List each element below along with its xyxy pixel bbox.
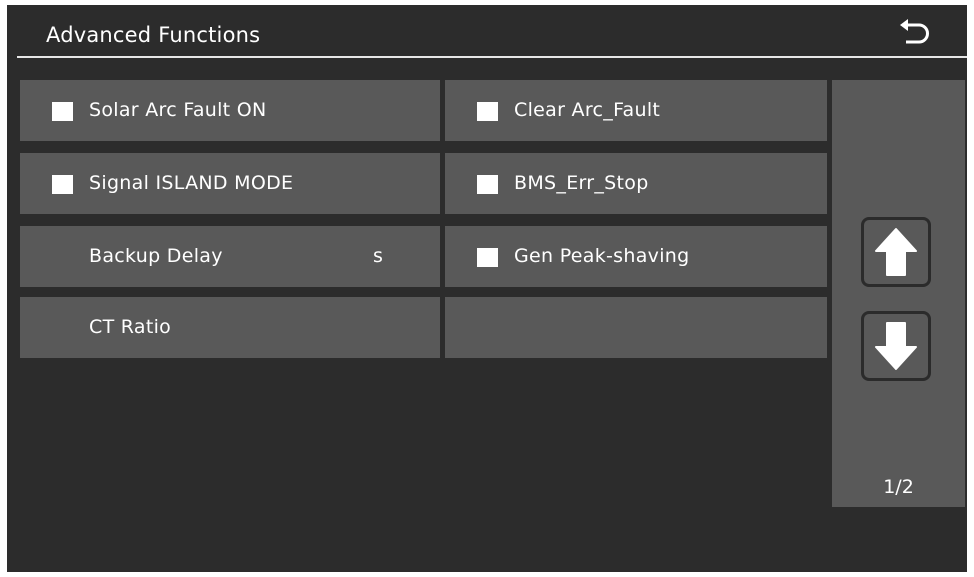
- bms-err-stop-label: BMS_Err_Stop: [514, 172, 649, 194]
- ct-ratio-field[interactable]: CT Ratio: [20, 297, 440, 358]
- clear-arc-fault-checkbox[interactable]: [477, 102, 498, 121]
- signal-island-mode-checkbox[interactable]: [52, 175, 73, 194]
- clear-arc-fault-option[interactable]: Clear Arc_Fault: [445, 80, 827, 141]
- back-button[interactable]: [897, 17, 931, 47]
- page-indicator: 1/2: [883, 476, 914, 498]
- bms-err-stop-checkbox[interactable]: [477, 175, 498, 194]
- solar-arc-fault-label: Solar Arc Fault ON: [89, 99, 267, 121]
- scroll-down-button[interactable]: [861, 311, 931, 381]
- arrow-up-icon: [875, 228, 917, 276]
- backup-delay-unit: s: [373, 245, 384, 267]
- backup-delay-label: Backup Delay: [89, 245, 223, 267]
- page-title: Advanced Functions: [46, 23, 261, 47]
- pager-panel: 1/2: [832, 80, 965, 507]
- header: Advanced Functions: [7, 5, 967, 58]
- gen-peak-shaving-label: Gen Peak-shaving: [514, 245, 690, 267]
- ct-ratio-label: CT Ratio: [89, 316, 172, 338]
- empty-cell: [445, 297, 827, 358]
- solar-arc-fault-checkbox[interactable]: [52, 102, 73, 121]
- scroll-up-button[interactable]: [861, 217, 931, 287]
- gen-peak-shaving-checkbox[interactable]: [477, 248, 498, 267]
- solar-arc-fault-option[interactable]: Solar Arc Fault ON: [20, 80, 440, 141]
- signal-island-mode-option[interactable]: Signal ISLAND MODE: [20, 153, 440, 214]
- signal-island-mode-label: Signal ISLAND MODE: [89, 172, 294, 194]
- clear-arc-fault-label: Clear Arc_Fault: [514, 99, 661, 121]
- arrow-down-icon: [875, 322, 917, 370]
- return-arrow-icon: [900, 19, 929, 44]
- gen-peak-shaving-option[interactable]: Gen Peak-shaving: [445, 226, 827, 287]
- advanced-functions-screen: Advanced Functions Solar Arc Fault ON Cl…: [7, 5, 967, 572]
- backup-delay-field[interactable]: Backup Delay s: [20, 226, 440, 287]
- bms-err-stop-option[interactable]: BMS_Err_Stop: [445, 153, 827, 214]
- header-divider: [17, 56, 967, 58]
